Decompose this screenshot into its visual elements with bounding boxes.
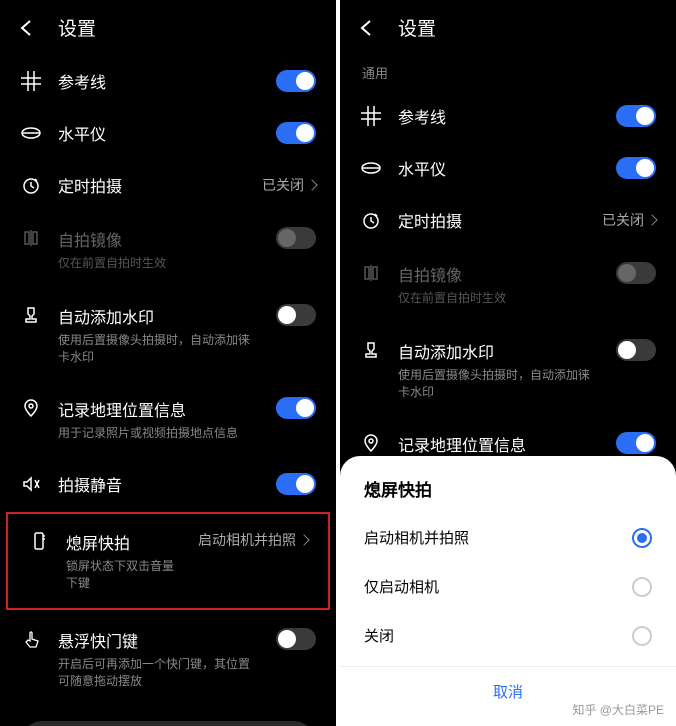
grid-icon (20, 70, 42, 92)
page-title: 设置 (58, 14, 96, 41)
row-timer[interactable]: 定时拍摄 已关闭 (0, 159, 336, 211)
row-quickshot[interactable]: 熄屏快拍锁屏状态下双击音量下键 启动相机并拍照 (8, 514, 328, 608)
mute-icon (20, 473, 42, 495)
row-level[interactable]: 水平仪 (0, 107, 336, 159)
stamp-icon (20, 304, 42, 326)
row-timer[interactable]: 定时拍摄 已关闭 (340, 194, 676, 246)
bottom-sheet: 熄屏快拍 启动相机并拍照 仅启动相机 关闭 取消 (340, 456, 676, 726)
highlight-box: 熄屏快拍锁屏状态下双击音量下键 启动相机并拍照 (6, 512, 330, 610)
row-mute[interactable]: 拍摄静音 (0, 458, 336, 510)
toggle-float[interactable] (276, 628, 316, 650)
row-mirror: 自拍镜像仅在前置自拍时生效 (340, 246, 676, 323)
phone-icon (28, 530, 50, 552)
timer-value: 已关闭 (602, 210, 656, 230)
toggle-watermark[interactable] (616, 339, 656, 361)
sheet-option-1[interactable]: 启动相机并拍照 (340, 513, 676, 562)
sheet-title: 熄屏快拍 (340, 476, 676, 513)
row-gridlines[interactable]: 参考线 (0, 55, 336, 107)
timer-value: 已关闭 (262, 175, 316, 195)
timer-icon (20, 174, 42, 196)
sheet-option-3[interactable]: 关闭 (340, 611, 676, 660)
row-gridlines[interactable]: 参考线 (340, 90, 676, 142)
location-icon (360, 432, 382, 454)
level-icon (360, 157, 382, 179)
page-title: 设置 (398, 14, 436, 41)
chevron-right-icon (646, 214, 657, 225)
header: 设置 (340, 0, 676, 55)
tap-icon (20, 628, 42, 650)
row-watermark[interactable]: 自动添加水印使用后置摄像头拍摄时，自动添加徕卡水印 (0, 288, 336, 382)
level-icon (20, 122, 42, 144)
toggle-geo[interactable] (276, 397, 316, 419)
sheet-option-2[interactable]: 仅启动相机 (340, 562, 676, 611)
section-general: 通用 (340, 55, 676, 90)
right-screen: 设置 通用 参考线 水平仪 定时拍摄 已关闭 自拍镜像仅在前置自拍时生效 自动添… (340, 0, 676, 726)
toggle-level[interactable] (276, 122, 316, 144)
timer-icon (360, 209, 382, 231)
toggle-geo[interactable] (616, 432, 656, 454)
toggle-gridlines[interactable] (616, 105, 656, 127)
radio-icon (632, 626, 652, 646)
watermark-text: 知乎 @大白菜PE (572, 701, 664, 718)
toggle-gridlines[interactable] (276, 70, 316, 92)
restore-button[interactable]: 恢复默认值 (20, 721, 316, 726)
chevron-right-icon (298, 535, 309, 546)
location-icon (20, 397, 42, 419)
radio-icon (632, 577, 652, 597)
row-geo[interactable]: 记录地理位置信息用于记录照片或视频拍摄地点信息 (0, 381, 336, 458)
left-screen: 设置 参考线 水平仪 定时拍摄 已关闭 自拍镜像仅在前置自拍时生效 自动添加水印… (0, 0, 336, 726)
mirror-icon (20, 227, 42, 249)
header: 设置 (0, 0, 336, 55)
row-level[interactable]: 水平仪 (340, 142, 676, 194)
row-watermark[interactable]: 自动添加水印使用后置摄像头拍摄时，自动添加徕卡水印 (340, 323, 676, 417)
toggle-level[interactable] (616, 157, 656, 179)
row-mirror: 自拍镜像仅在前置自拍时生效 (0, 211, 336, 288)
chevron-right-icon (306, 179, 317, 190)
back-icon[interactable] (356, 17, 378, 39)
back-icon[interactable] (16, 17, 38, 39)
toggle-mirror (276, 227, 316, 249)
row-float[interactable]: 悬浮快门键开启后可再添加一个快门键，其位置可随意拖动摆放 (0, 612, 336, 706)
stamp-icon (360, 339, 382, 361)
quick-value: 启动相机并拍照 (198, 530, 308, 550)
toggle-mute[interactable] (276, 473, 316, 495)
grid-icon (360, 105, 382, 127)
mirror-icon (360, 262, 382, 284)
radio-selected-icon (632, 528, 652, 548)
toggle-watermark[interactable] (276, 304, 316, 326)
toggle-mirror (616, 262, 656, 284)
